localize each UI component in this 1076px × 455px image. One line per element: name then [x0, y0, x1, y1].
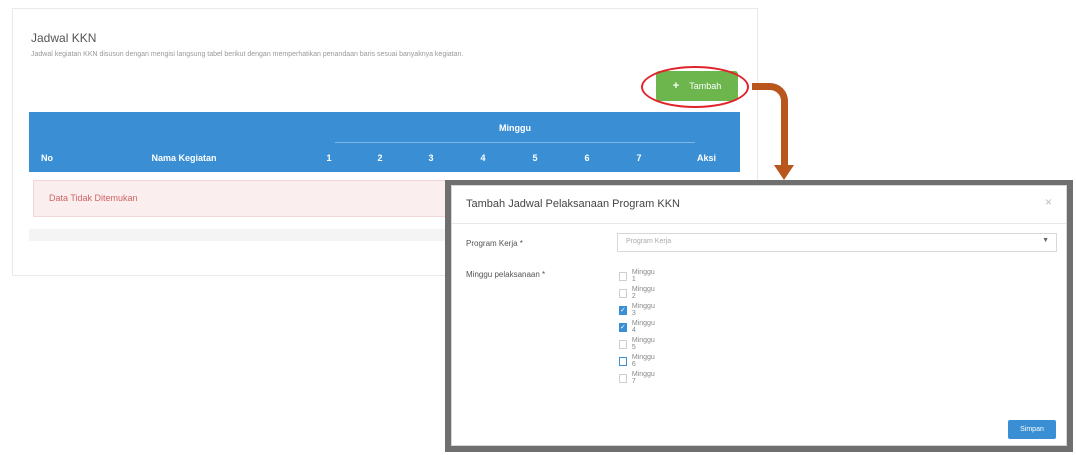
program-select[interactable]: Program Kerja ▼ [617, 233, 1057, 252]
week-option-6[interactable]: Minggu 6 [619, 354, 656, 368]
modal-header: Tambah Jadwal Pelaksanaan Program KKN × [452, 186, 1066, 224]
col-header-name: Nama Kegiatan [151, 153, 217, 163]
add-schedule-modal: Tambah Jadwal Pelaksanaan Program KKN × … [451, 185, 1067, 446]
program-field-label: Program Kerja * [466, 239, 523, 248]
col-header-action: Aksi [696, 153, 716, 163]
week-option-label: Minggu 2 [631, 286, 655, 300]
col-header-week-4: 4 [480, 153, 486, 163]
col-header-no: No [41, 153, 53, 163]
col-header-week-7: 7 [636, 153, 642, 163]
checkbox[interactable] [619, 356, 627, 366]
card-title: Jadwal KKN [31, 31, 97, 45]
week-option-label: Minggu 3 [631, 303, 655, 317]
group-header-divider [335, 142, 695, 143]
week-option-label: Minggu 7 [631, 371, 655, 385]
checkbox-checked[interactable]: ✓ [619, 305, 627, 315]
checkbox[interactable] [619, 373, 627, 383]
modal-title: Tambah Jadwal Pelaksanaan Program KKN [466, 198, 681, 210]
close-icon[interactable]: × [1045, 195, 1052, 209]
save-button[interactable]: Simpan [1008, 420, 1056, 439]
chevron-down-icon: ▼ [1042, 237, 1049, 244]
week-option-label: Minggu 5 [631, 337, 655, 351]
col-header-week-5: 5 [532, 153, 538, 163]
col-header-week-1: 1 [326, 153, 332, 163]
schedule-table-header: Minggu No Nama Kegiatan 1 2 3 4 5 6 7 Ak… [29, 112, 740, 172]
checkbox[interactable] [619, 339, 627, 349]
week-option-4[interactable]: ✓ Minggu 4 [619, 320, 656, 334]
annotation-arrow-head [774, 165, 794, 180]
week-option-3[interactable]: ✓ Minggu 3 [619, 303, 656, 317]
col-header-week-2: 2 [377, 153, 383, 163]
week-option-1[interactable]: Minggu 1 [619, 269, 656, 283]
week-option-5[interactable]: Minggu 5 [619, 337, 656, 351]
program-select-placeholder: Program Kerja [626, 238, 672, 245]
week-option-label: Minggu 4 [631, 320, 655, 334]
card-description: Jadwal kegiatan KKN disusun dengan mengi… [31, 51, 464, 58]
week-option-7[interactable]: Minggu 7 [619, 371, 656, 385]
annotation-highlight-ring [641, 66, 749, 108]
annotation-arrow [752, 83, 788, 168]
checkbox[interactable] [619, 288, 627, 298]
week-field-label: Minggu pelaksanaan * [466, 270, 546, 279]
checkbox[interactable] [619, 271, 627, 281]
week-option-label: Minggu 6 [631, 354, 655, 368]
checkbox-checked[interactable]: ✓ [619, 322, 627, 332]
group-header-weeks: Minggu [499, 123, 531, 133]
col-header-week-6: 6 [584, 153, 590, 163]
col-header-week-3: 3 [428, 153, 434, 163]
week-option-label: Minggu 1 [631, 269, 655, 283]
week-option-2[interactable]: Minggu 2 [619, 286, 656, 300]
